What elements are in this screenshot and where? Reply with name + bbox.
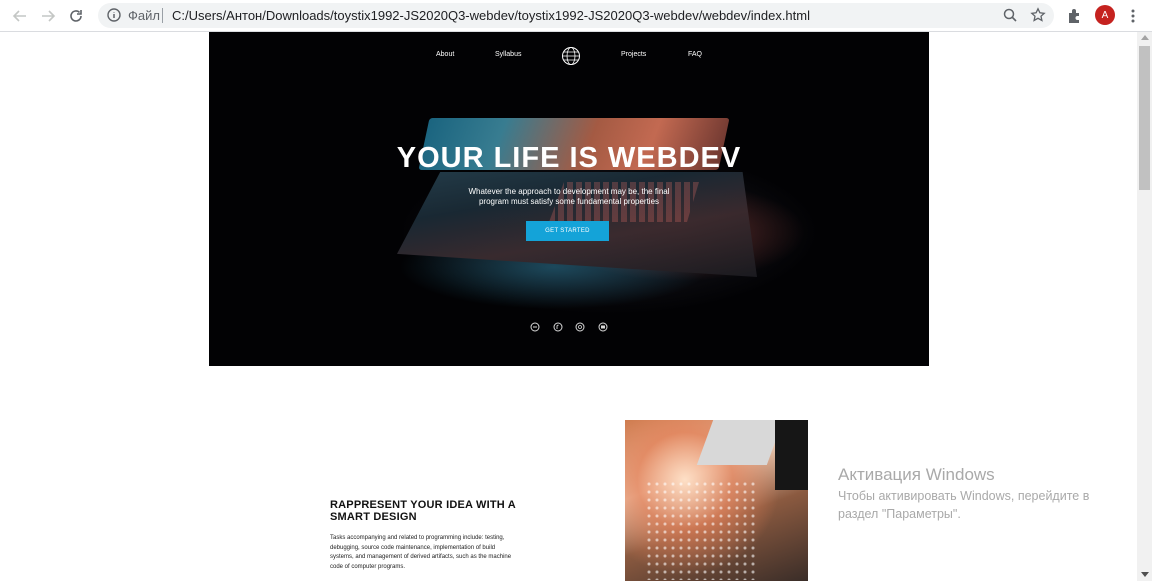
photo-laptop <box>696 420 784 465</box>
social-icon-4[interactable] <box>598 322 608 332</box>
windows-activation-text: Чтобы активировать Windows, перейдите в … <box>838 489 1090 521</box>
feature-description: Tasks accompanying and related to progra… <box>330 535 512 570</box>
scroll-up-arrow[interactable] <box>1141 35 1149 40</box>
nav-link-about[interactable]: About <box>436 51 454 58</box>
scheme-label: Файл <box>128 8 160 23</box>
nav-link-syllabus[interactable]: Syllabus <box>495 51 521 58</box>
hero-section: About Syllabus Projects FAQ YOUR LIFE IS… <box>209 32 929 366</box>
hero-title: YOUR LIFE IS WEBDEV <box>396 142 742 174</box>
omnibox-divider <box>162 8 163 23</box>
star-icon[interactable] <box>1030 7 1046 23</box>
profile-avatar[interactable]: A <box>1095 5 1115 25</box>
url-text[interactable]: C:/Users/Антон/Downloads/toystix1992-JS2… <box>172 8 810 23</box>
page-scrollbar[interactable] <box>1137 32 1152 581</box>
hero-subtitle: Whatever the approach to development may… <box>468 187 670 206</box>
info-icon[interactable] <box>106 7 122 23</box>
social-icon-2[interactable] <box>553 322 563 332</box>
photo-arm <box>775 420 808 490</box>
reload-button[interactable] <box>66 6 86 26</box>
globe-logo-icon[interactable] <box>561 46 581 66</box>
puzzle-icon[interactable] <box>1066 7 1084 25</box>
get-started-button[interactable]: GET STARTED <box>526 221 609 241</box>
nav-link-faq[interactable]: FAQ <box>688 51 702 58</box>
feature-title: RAPPRESENT YOUR IDEA WITH A SMART DESIGN <box>330 499 516 523</box>
arrow-right-icon <box>42 10 56 22</box>
hero-nav: About Syllabus Projects FAQ <box>209 46 929 66</box>
feature-photo <box>625 420 808 581</box>
page-viewport: About Syllabus Projects FAQ YOUR LIFE IS… <box>0 32 1137 581</box>
address-bar[interactable]: Файл C:/Users/Антон/Downloads/toystix199… <box>98 3 1054 28</box>
kebab-menu-icon[interactable] <box>1124 7 1142 25</box>
forward-button[interactable] <box>38 6 58 26</box>
nav-link-projects[interactable]: Projects <box>621 51 646 58</box>
back-button[interactable] <box>10 6 30 26</box>
photo-lights <box>645 480 755 580</box>
scroll-thumb[interactable] <box>1139 46 1150 190</box>
reload-icon <box>70 10 82 22</box>
windows-activation-title: Активация Windows <box>838 465 995 484</box>
scroll-down-arrow[interactable] <box>1141 572 1149 577</box>
social-icon-3[interactable] <box>575 322 585 332</box>
arrow-left-icon <box>12 10 26 22</box>
social-icon-1[interactable] <box>530 322 540 332</box>
magnifier-icon[interactable] <box>1002 7 1018 23</box>
browser-toolbar: Файл C:/Users/Антон/Downloads/toystix199… <box>0 0 1152 32</box>
